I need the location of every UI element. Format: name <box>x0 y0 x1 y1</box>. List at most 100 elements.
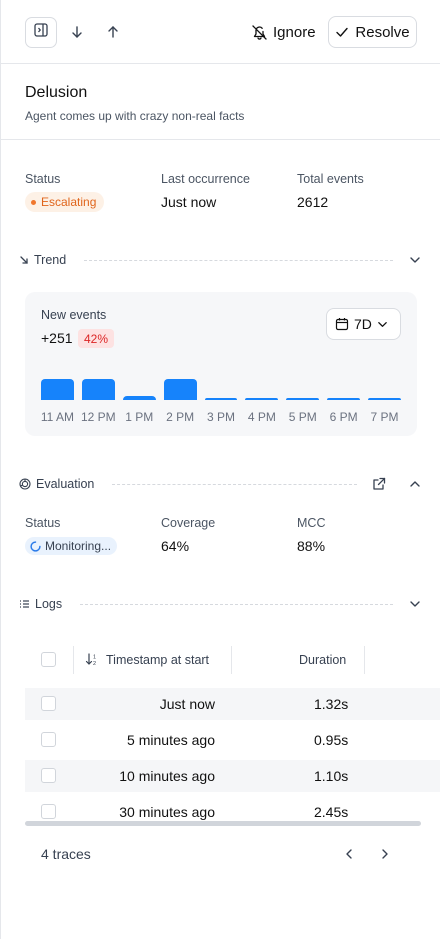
trend-section-label: Trend <box>34 253 67 267</box>
trend-section-header[interactable]: Trend <box>19 251 423 269</box>
previous-page-button[interactable] <box>341 846 357 862</box>
trend-bar[interactable] <box>41 379 74 400</box>
select-all-checkbox[interactable] <box>41 652 56 667</box>
resolve-label: Resolve <box>355 23 410 41</box>
traces-count: 4 traces <box>41 846 91 862</box>
last-occurrence-label: Last occurrence <box>161 172 250 186</box>
status-label: Status <box>25 172 61 186</box>
last-occurrence-value: Just now <box>161 194 217 210</box>
bell-off-icon <box>252 24 267 40</box>
chevron-down-icon <box>378 321 387 327</box>
sort-icon[interactable]: 1 2 <box>85 652 100 672</box>
previous-issue-button[interactable] <box>105 24 121 40</box>
row-timestamp: 5 minutes ago <box>127 732 215 748</box>
table-row[interactable]: 10 minutes ago 1.10s <box>25 760 440 792</box>
issue-title: Delusion <box>25 84 88 101</box>
table-row[interactable]: 5 minutes ago 0.95s <box>25 724 440 756</box>
toolbar: Ignore Resolve <box>1 0 440 64</box>
trend-bar[interactable] <box>245 398 279 400</box>
check-icon <box>336 27 349 37</box>
issue-detail-panel: Ignore Resolve Delusion Agent comes up w… <box>0 0 440 939</box>
calendar-icon <box>335 318 349 331</box>
table-row[interactable]: 30 minutes ago 2.45s <box>25 796 440 821</box>
chevron-down-icon[interactable] <box>407 252 423 268</box>
status-badge: Escalating <box>25 192 105 212</box>
trend-bar[interactable] <box>163 379 197 400</box>
trend-bar[interactable] <box>368 398 401 400</box>
evaluation-status-label: Status <box>25 516 61 530</box>
status-value: Escalating <box>41 195 97 209</box>
chevron-right-icon <box>382 849 388 859</box>
time-range-value: 7D <box>354 316 372 332</box>
sidebar-toggle-icon <box>34 23 48 42</box>
arrow-up-icon <box>108 26 118 38</box>
row-duration: 2.45s <box>314 804 349 820</box>
trend-bar[interactable] <box>204 398 238 400</box>
logs-section-label: Logs <box>35 597 63 611</box>
mcc-value: 88% <box>297 538 326 554</box>
column-divider <box>231 646 232 674</box>
coverage-value: 64% <box>161 538 190 554</box>
table-horizontal-scrollbar[interactable] <box>25 821 421 826</box>
trend-bar[interactable] <box>286 398 320 400</box>
svg-text:1: 1 <box>93 655 96 661</box>
sidebar-toggle-button[interactable] <box>25 17 57 48</box>
section-divider <box>84 259 393 261</box>
svg-text:2: 2 <box>93 661 96 667</box>
next-page-button[interactable] <box>377 846 393 862</box>
time-range-select[interactable]: 7D <box>326 308 401 340</box>
ignore-button[interactable]: Ignore <box>251 18 316 46</box>
ignore-label: Ignore <box>273 23 316 41</box>
logs-table-header: 1 2 Timestamp at start Duration <box>25 640 440 680</box>
delta-percent-badge: 42% <box>78 329 115 348</box>
section-divider <box>112 483 357 485</box>
issue-description: Agent comes up with crazy non-real facts <box>25 109 245 123</box>
coverage-label: Coverage <box>161 516 216 530</box>
list-icon <box>20 600 29 608</box>
chevron-left-icon <box>346 849 352 859</box>
row-checkbox[interactable] <box>41 804 56 819</box>
spinner-icon <box>30 540 41 552</box>
chevron-up-icon[interactable] <box>407 476 423 492</box>
new-events-label: New events <box>41 308 107 322</box>
column-divider <box>364 646 365 674</box>
evaluation-section-header[interactable]: Evaluation <box>19 475 423 493</box>
table-row[interactable]: Just now 1.32s <box>25 688 440 720</box>
trend-card: New events +251 42% 7D 11 AM 12 PM 1 PM 2 P… <box>25 292 417 436</box>
x-axis-tick-label: 7 PM <box>370 410 399 424</box>
new-events-delta: +251 <box>41 330 73 346</box>
row-timestamp: 10 minutes ago <box>119 768 215 784</box>
next-issue-button[interactable] <box>69 24 85 40</box>
row-timestamp: 30 minutes ago <box>119 804 215 820</box>
chevron-down-icon[interactable] <box>407 596 423 612</box>
resolve-button[interactable]: Resolve <box>328 16 417 48</box>
issue-header: Delusion Agent comes up with crazy non-r… <box>1 64 440 140</box>
monitoring-badge: Monitoring... <box>25 537 118 555</box>
row-checkbox[interactable] <box>41 696 56 711</box>
column-header-duration[interactable]: Duration <box>299 653 346 667</box>
trend-bar[interactable] <box>81 379 115 400</box>
table-scroll-clip: 30 minutes ago 2.45s <box>1 792 440 821</box>
row-checkbox[interactable] <box>41 732 56 747</box>
external-link-icon[interactable] <box>371 476 387 492</box>
logs-section-header[interactable]: Logs <box>19 595 423 613</box>
mcc-label: MCC <box>297 516 326 530</box>
trend-down-icon <box>20 256 28 264</box>
row-duration: 1.10s <box>314 768 349 784</box>
evaluation-section-label: Evaluation <box>36 477 95 491</box>
status-dot-icon <box>31 199 36 205</box>
total-events-value: 2612 <box>297 194 329 210</box>
trend-bar[interactable] <box>122 396 156 400</box>
arrow-down-icon <box>72 26 82 38</box>
row-duration: 0.95s <box>314 732 349 748</box>
evaluation-status-value: Monitoring... <box>45 539 112 553</box>
column-header-timestamp[interactable]: Timestamp at start <box>106 653 209 667</box>
row-timestamp: Just now <box>159 696 215 712</box>
column-divider <box>73 646 74 674</box>
row-checkbox[interactable] <box>41 768 56 783</box>
total-events-label: Total events <box>297 172 364 186</box>
evaluation-icon <box>19 478 31 490</box>
row-duration: 1.32s <box>314 696 349 712</box>
trend-bar[interactable] <box>327 398 361 400</box>
section-divider <box>80 603 393 605</box>
